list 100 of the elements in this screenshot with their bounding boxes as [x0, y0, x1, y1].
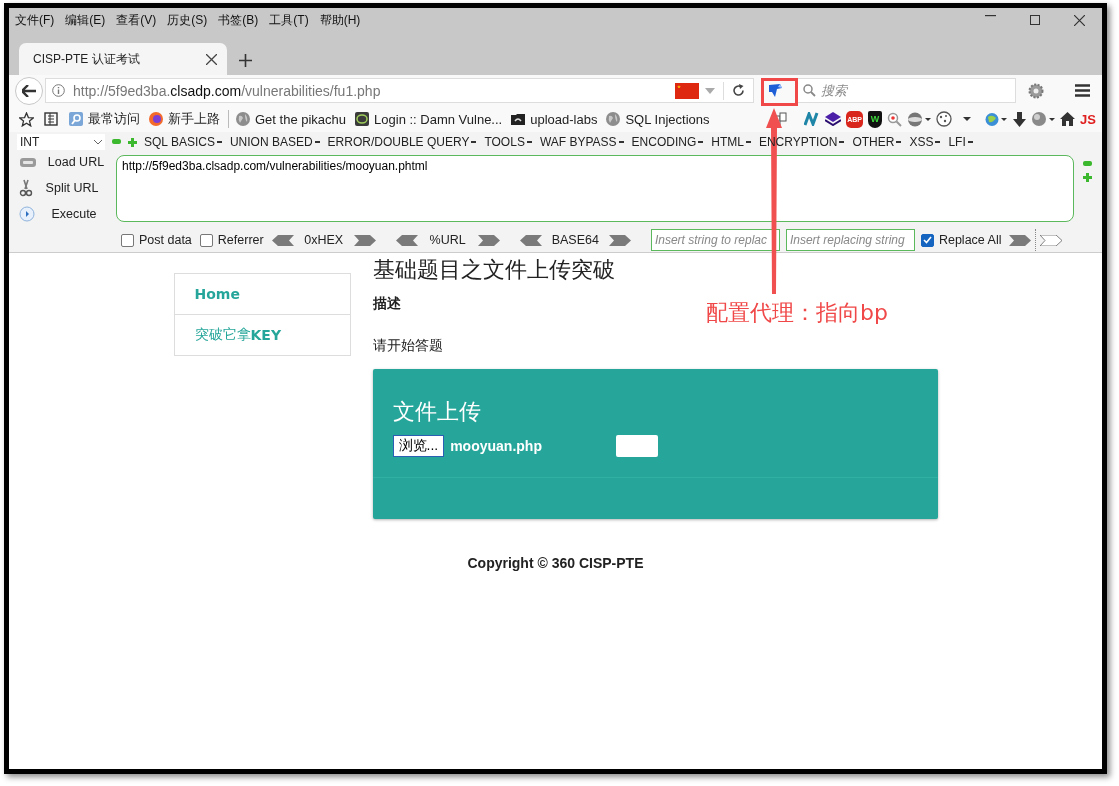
star-icon[interactable]: [19, 111, 34, 127]
replace-field[interactable]: Insert replacing string: [785, 229, 915, 252]
firefox-icon: [148, 111, 164, 127]
menu-item[interactable]: 帮助(H): [319, 11, 361, 29]
file-name: mooyuan.php: [450, 438, 543, 454]
check-icon: [922, 236, 932, 245]
scissors-icon: [19, 178, 33, 197]
hackbar-menu[interactable]: UNION BASED: [229, 135, 320, 150]
shield-icon[interactable]: W: [868, 110, 883, 128]
caret-icon: [839, 140, 845, 144]
caret-icon[interactable]: [963, 117, 972, 121]
address-bar[interactable]: http://5f9ed3ba.clsadp.com/vulnerabilities/fu1.php: [45, 78, 754, 103]
browser-tab[interactable]: CISP-PTE 认证考试: [19, 43, 227, 75]
find-field[interactable]: Insert string to replac: [650, 229, 780, 252]
bookmark-item[interactable]: Login :: Damn Vulne...: [354, 111, 503, 127]
plus-icon[interactable]: [128, 137, 137, 147]
wave-logo-icon[interactable]: [804, 112, 821, 126]
hackbar-action[interactable]: Execute: [19, 206, 116, 223]
bookmark-item[interactable]: Get the pikachu: [235, 111, 347, 127]
caret-icon: [935, 140, 941, 144]
bookmark-item[interactable]: SQL Injections: [605, 111, 710, 127]
plus-icon[interactable]: [1083, 172, 1092, 182]
bookmark-item[interactable]: 新手上路: [148, 110, 220, 128]
reader-icon[interactable]: [44, 112, 58, 126]
checkbox-option[interactable]: Referrer: [199, 233, 264, 248]
home-icon[interactable]: [1060, 112, 1076, 126]
js-icon[interactable]: JS: [1080, 111, 1096, 127]
menu-item[interactable]: 编辑(E): [65, 11, 106, 29]
back-arrow-icon: [22, 84, 36, 97]
hackbar-menu[interactable]: ENCODING: [631, 135, 704, 150]
chevron-right-icon[interactable]: [608, 234, 631, 246]
caret-icon: [618, 140, 624, 144]
hackbar-menu[interactable]: LFI: [948, 135, 973, 150]
hackbar-action[interactable]: Load URL: [19, 154, 116, 169]
settings-icon[interactable]: [1028, 82, 1044, 99]
page-title: 基础题目之文件上传突破: [372, 256, 616, 284]
globe-icon: [605, 111, 622, 127]
hackbar-menu[interactable]: SQL BASICS: [144, 135, 222, 150]
menu-icon[interactable]: [1075, 84, 1090, 97]
hackbar-menu[interactable]: OTHER: [852, 135, 902, 150]
hackbar-menu[interactable]: HTML: [711, 135, 751, 150]
encoder-label: 0xHEX: [303, 233, 344, 248]
magnifier-icon[interactable]: [887, 111, 903, 127]
hackbar-action[interactable]: Split URL: [19, 178, 116, 197]
chevron-right-icon[interactable]: [353, 234, 376, 246]
caret-icon: [896, 140, 902, 144]
chevron-down-icon: [94, 139, 102, 145]
hackbar-menu[interactable]: TOOLS: [484, 135, 532, 150]
download-icon[interactable]: [1013, 111, 1027, 127]
hackbar-menu[interactable]: WAF BYPASS: [539, 135, 624, 150]
layers-icon[interactable]: [825, 112, 842, 126]
maximize-icon[interactable]: [1030, 14, 1040, 25]
menu-item[interactable]: 历史(S): [167, 11, 208, 29]
bookmark-item[interactable]: 最常访问: [68, 110, 140, 128]
flag-icon: [675, 82, 699, 99]
hackbar-menu[interactable]: ERROR/DOUBLE QUERY: [327, 135, 477, 150]
checkbox-option[interactable]: Replace All: [920, 233, 1002, 248]
highlight-box: [761, 78, 798, 106]
chevron-left-icon[interactable]: [395, 234, 418, 246]
caret-icon: [526, 140, 532, 144]
url-textarea[interactable]: http://5f9ed3ba.clsadp.com/vulnerabilities/mooyuan.phtml: [116, 154, 1074, 222]
annotation-label: 配置代理：指向bp: [706, 299, 888, 327]
close-icon[interactable]: [1074, 14, 1085, 26]
search-field[interactable]: 搜索: [796, 78, 1016, 103]
dropdown-icon[interactable]: [705, 87, 715, 94]
caret-icon: [745, 140, 751, 144]
info-icon[interactable]: [52, 84, 65, 97]
dvwa-icon: [354, 111, 371, 127]
description-text: 请开始答题: [372, 337, 444, 355]
encoder-label: %URL: [428, 233, 467, 248]
checkbox-option[interactable]: Post data: [121, 233, 192, 248]
chevron-right-icon[interactable]: [477, 234, 500, 246]
back-button[interactable]: [15, 76, 43, 105]
new-tab-icon[interactable]: [239, 54, 252, 67]
close-icon[interactable]: [206, 53, 217, 65]
hackbar-menu[interactable]: XSS: [909, 135, 941, 150]
browse-button[interactable]: 浏览...: [392, 435, 445, 457]
play-icon: [19, 206, 35, 223]
menu-item[interactable]: 书签(B): [218, 11, 259, 29]
chevron-outline-icon[interactable]: [1040, 234, 1063, 246]
disc-icon[interactable]: [907, 111, 932, 127]
minus-icon[interactable]: [1083, 160, 1092, 167]
bookmark-page-icon: [68, 111, 84, 127]
submit-button[interactable]: [616, 435, 659, 457]
type-select[interactable]: INT: [17, 134, 105, 151]
chevron-left-icon[interactable]: [519, 234, 542, 246]
chevron-left-icon[interactable]: [271, 234, 294, 246]
minus-icon[interactable]: [112, 139, 121, 146]
minimize-icon[interactable]: [985, 14, 996, 17]
panel-title: 文件上传: [392, 398, 482, 426]
chevron-right-icon[interactable]: [1009, 234, 1032, 246]
cookie-icon[interactable]: [936, 111, 953, 127]
proxy-icon[interactable]: [767, 83, 783, 98]
reload-icon[interactable]: [732, 84, 745, 97]
section-heading: 描述: [372, 295, 401, 313]
menu-item[interactable]: 查看(V): [116, 11, 157, 29]
menu-item[interactable]: 工具(T): [269, 11, 309, 29]
folder-icon: [510, 111, 527, 127]
bookmark-item[interactable]: upload-labs: [510, 111, 598, 127]
menu-item[interactable]: 文件(F): [15, 11, 55, 29]
